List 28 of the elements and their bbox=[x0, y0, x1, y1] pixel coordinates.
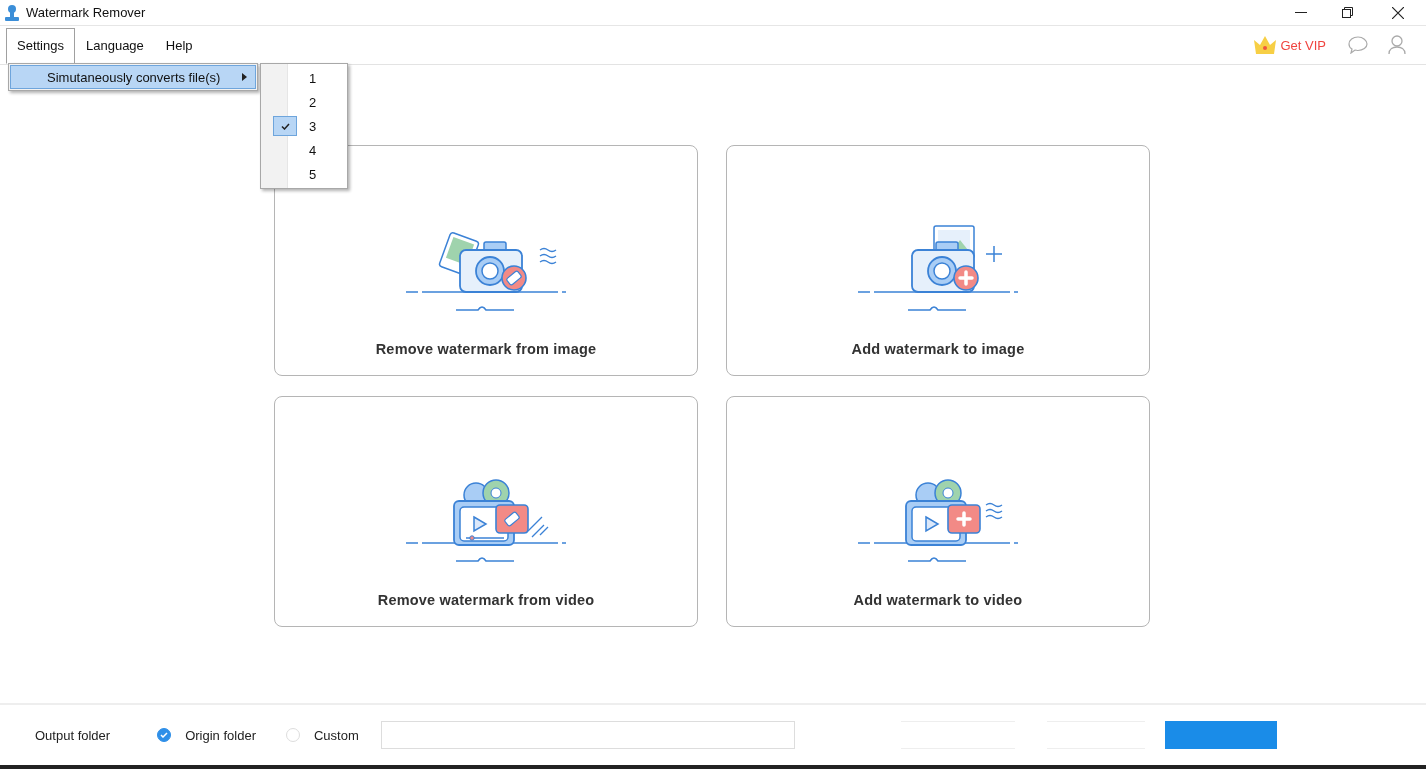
submenu-item[interactable]: 1 bbox=[261, 66, 347, 90]
feature-card[interactable]: Add watermark to image bbox=[726, 145, 1150, 376]
dropdown-menu-item[interactable]: Simutaneously converts file(s) bbox=[10, 65, 256, 89]
crown-icon bbox=[1253, 35, 1278, 55]
check-icon bbox=[280, 122, 290, 130]
output-folder-label: Output folder bbox=[35, 727, 111, 743]
window-title: Watermark Remover bbox=[26, 5, 146, 20]
restore-icon bbox=[1341, 7, 1353, 18]
feature-card[interactable]: Add watermark to video bbox=[726, 396, 1150, 627]
menu-item[interactable]: Settings bbox=[6, 27, 75, 64]
submenu-item[interactable]: 2 bbox=[261, 90, 347, 114]
menu-item[interactable]: Language bbox=[75, 27, 155, 64]
get-vip-button[interactable]: Get VIP bbox=[1253, 35, 1326, 55]
account-button[interactable] bbox=[1388, 35, 1406, 55]
action-button[interactable] bbox=[1164, 721, 1277, 749]
user-icon bbox=[1388, 35, 1406, 55]
path-field[interactable] bbox=[380, 721, 795, 749]
close-icon bbox=[1392, 6, 1404, 19]
submenu-arrow-icon bbox=[242, 73, 247, 81]
radio-option[interactable]: Custom bbox=[285, 727, 359, 743]
radio-option[interactable]: Origin folder bbox=[157, 727, 256, 743]
app-logo-icon bbox=[4, 3, 20, 22]
feature-card[interactable]: Remove watermark from video bbox=[274, 396, 698, 627]
submenu-item[interactable]: 3 bbox=[261, 114, 347, 138]
minimize-icon bbox=[1295, 11, 1307, 14]
chat-button[interactable] bbox=[1348, 36, 1368, 54]
chat-bubble-icon bbox=[1348, 36, 1368, 54]
menu-item[interactable]: Help bbox=[154, 27, 204, 64]
